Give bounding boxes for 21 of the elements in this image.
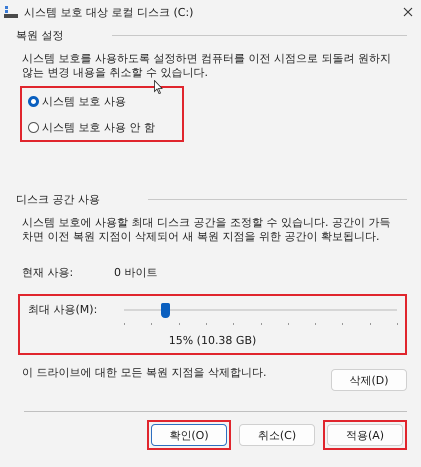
slider-reading: 15% (10.38 GB) <box>168 334 256 347</box>
drive-icon <box>4 6 18 18</box>
description-text: 시스템 보호에 사용할 최대 디스크 공간을 조정할 수 있습니다. 공간이 가득 차면 이전 복원 지점이 삭제되어 새 복원 지점을 위한 공간이 확보됩니다. <box>22 216 392 244</box>
dialog-button[interactable]: 확인(O) <box>151 424 227 446</box>
field-label: 최대 사용(M): <box>28 302 98 317</box>
dialog-button[interactable]: 적용(A) <box>327 424 403 446</box>
slider[interactable] <box>124 302 397 328</box>
dialog-button[interactable]: 취소(C) <box>239 424 315 446</box>
cursor-icon <box>154 80 163 94</box>
radio-option[interactable]: 시스템 보호 사용 안 함 <box>28 118 182 136</box>
delete-text: 이 드라이브에 대한 모든 복원 지점을 삭제합니다. <box>22 365 266 380</box>
description-text: 시스템 보호를 사용하도록 설정하면 컴퓨터를 이전 시점으로 되돌려 원하지 않는 변경 내용을 취소할 수 있습니다. <box>22 52 392 80</box>
window-title: 시스템 보호 대상 로컬 디스크 (C:) <box>24 4 194 20</box>
delete-button[interactable]: 삭제(D) <box>331 369 407 391</box>
field-label: 현재 사용: <box>22 264 74 280</box>
slider-thumb[interactable] <box>160 303 170 318</box>
close-icon[interactable] <box>403 7 413 17</box>
field-value: 0 바이트 <box>114 264 158 280</box>
group-heading: 복원 설정 <box>16 28 64 42</box>
radio-option[interactable]: 시스템 보호 사용 <box>28 92 182 110</box>
group-heading: 디스크 공간 사용 <box>16 192 100 206</box>
